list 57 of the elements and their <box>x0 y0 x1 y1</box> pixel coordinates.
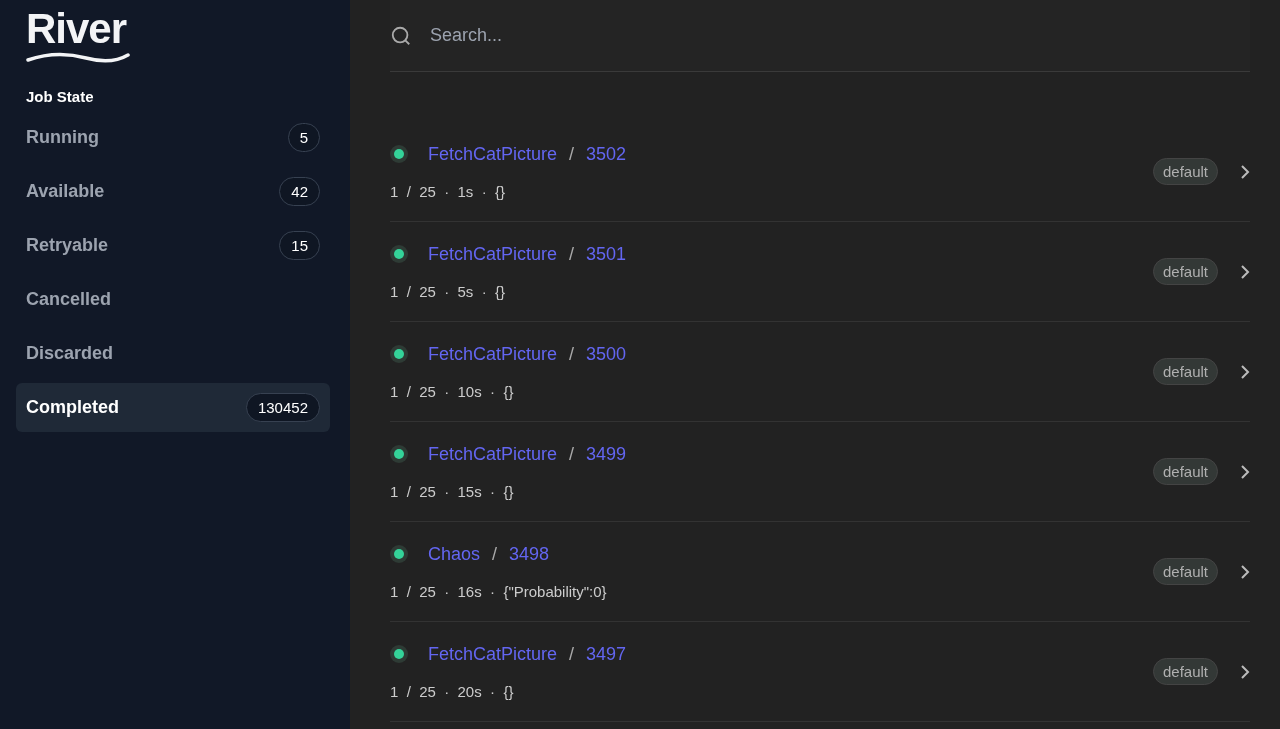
separator: / <box>569 143 575 165</box>
section-heading: Job State <box>26 88 95 105</box>
sidebar-item-label: Retryable <box>26 235 109 256</box>
sidebar-item[interactable]: Retryable 15 <box>16 221 330 270</box>
queue-tag: default <box>1152 358 1218 385</box>
wave-icon <box>26 50 130 64</box>
job-id-link[interactable]: 3497 <box>586 643 627 665</box>
sidebar-item-label: Completed <box>26 397 119 418</box>
job-id-link[interactable]: 3499 <box>586 443 627 465</box>
job-kind-link[interactable]: Chaos <box>428 543 481 565</box>
separator: / <box>569 243 575 265</box>
job-meta: 1 / 25 · 16s · {"Probability":0} <box>390 582 608 600</box>
sidebar-item[interactable]: Running 5 <box>16 113 330 162</box>
sidebar-item[interactable]: Cancelled <box>16 275 330 324</box>
chevron-right-icon[interactable] <box>1240 463 1250 480</box>
separator: / <box>569 443 575 465</box>
sidebar-item-label: Running <box>26 127 99 148</box>
count-badge: 130452 <box>245 393 320 422</box>
job-kind-link[interactable]: FetchCatPicture <box>428 243 558 265</box>
job-kind-link[interactable]: FetchCatPicture <box>428 343 558 365</box>
job-meta: 1 / 25 · 20s · {} <box>390 682 515 700</box>
chevron-right-icon[interactable] <box>1240 563 1250 580</box>
queue-tag: default <box>1152 558 1218 585</box>
job-kind-link[interactable]: FetchCatPicture <box>428 643 558 665</box>
job-id-link[interactable]: 3502 <box>586 143 627 165</box>
separator: / <box>569 343 575 365</box>
search-icon <box>390 24 412 47</box>
job-kind-link[interactable]: FetchCatPicture <box>428 443 558 465</box>
chevron-right-icon[interactable] <box>1240 163 1250 180</box>
job-meta: 1 / 25 · 15s · {} <box>390 482 515 500</box>
chevron-right-icon[interactable] <box>1240 663 1250 680</box>
sidebar-item-label: Cancelled <box>26 289 112 310</box>
sidebar-item[interactable]: Completed 130452 <box>16 383 330 432</box>
count-badge: 5 <box>287 123 320 152</box>
count-badge: 15 <box>279 231 320 260</box>
sidebar-item-label: Discarded <box>26 343 114 364</box>
separator: / <box>492 543 498 565</box>
queue-tag: default <box>1152 458 1218 485</box>
queue-tag: default <box>1152 158 1218 185</box>
chevron-right-icon[interactable] <box>1240 363 1250 380</box>
sidebar-item[interactable]: Discarded <box>16 329 330 378</box>
chevron-right-icon[interactable] <box>1240 263 1250 280</box>
search-field[interactable]: Search... <box>428 24 832 47</box>
job-kind-link[interactable]: FetchCatPicture <box>428 143 558 165</box>
queue-tag: default <box>1152 258 1218 285</box>
sidebar-item[interactable]: Available 42 <box>16 167 330 216</box>
sidebar-item-label: Available <box>26 181 105 202</box>
job-id-link[interactable]: 3500 <box>586 343 627 365</box>
job-meta: 1 / 25 · 1s · {} <box>390 182 507 200</box>
job-meta: 1 / 25 · 10s · {} <box>390 382 515 400</box>
count-badge: 42 <box>279 177 320 206</box>
job-id-link[interactable]: 3498 <box>509 543 550 565</box>
job-meta: 1 / 25 · 5s · {} <box>390 282 507 300</box>
job-id-link[interactable]: 3501 <box>586 243 627 265</box>
separator: / <box>569 643 575 665</box>
queue-tag: default <box>1152 658 1218 685</box>
logo-text: River <box>26 8 127 50</box>
